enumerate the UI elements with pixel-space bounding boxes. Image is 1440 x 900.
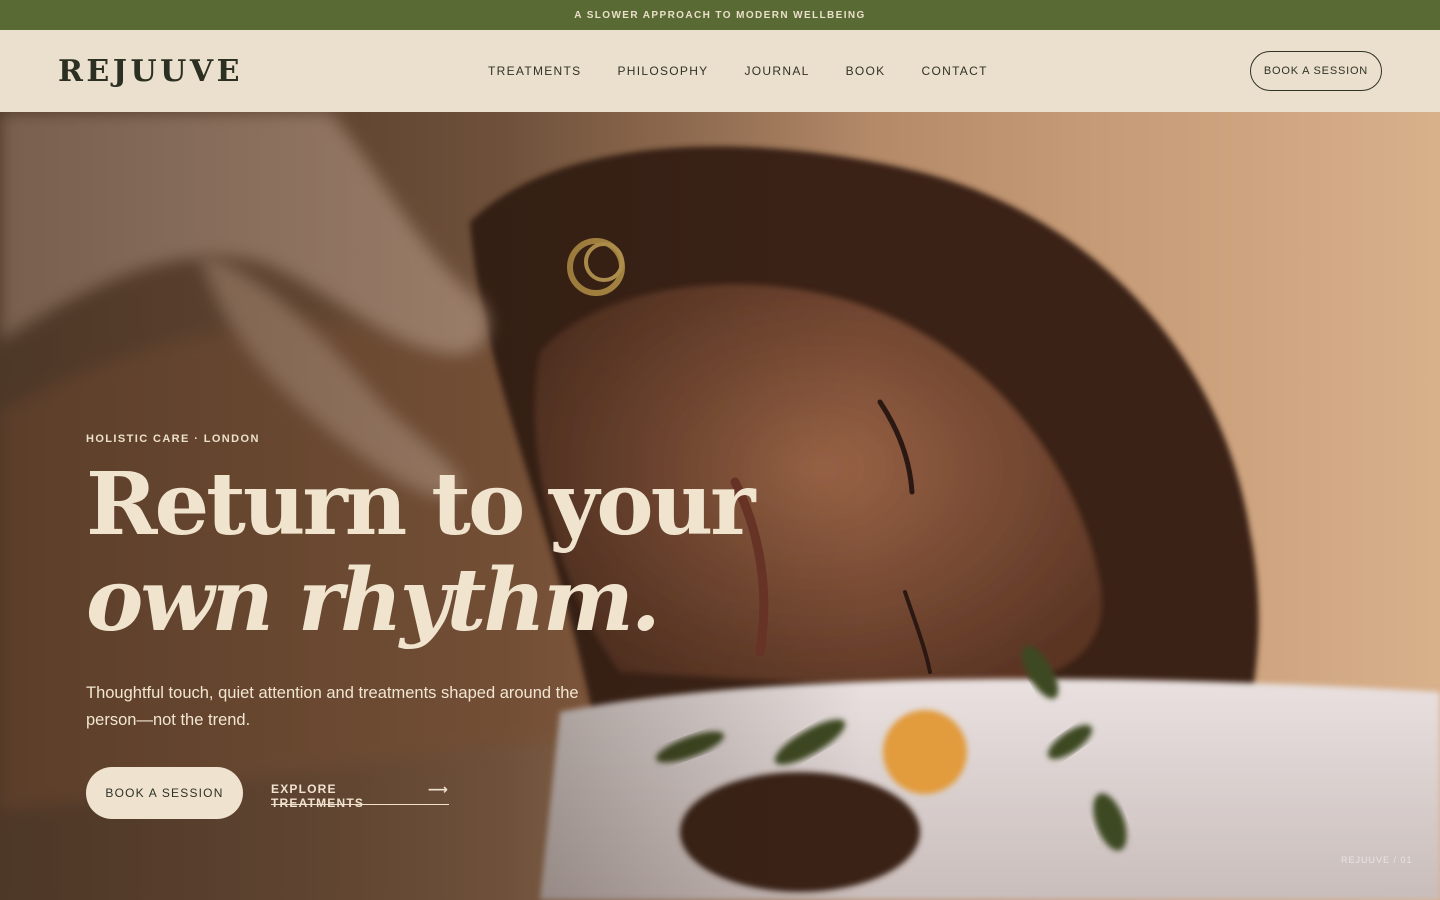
nav-item-treatments[interactable]: TREATMENTS: [488, 64, 581, 78]
nav-item-contact[interactable]: CONTACT: [922, 64, 988, 78]
explore-treatments-link[interactable]: EXPLORE TREATMENTS ⟶: [271, 781, 449, 810]
hero-section: HOLISTIC CARE · LONDON Return to your ow…: [0, 112, 1440, 900]
headline-line-1: Return to your: [86, 454, 755, 555]
hero-headline: Return to your own rhythm.: [86, 457, 806, 649]
slide-indicator: REJUUVE / 01: [1341, 855, 1413, 865]
explore-label: EXPLORE TREATMENTS: [271, 782, 365, 810]
hero-book-button[interactable]: BOOK A SESSION: [86, 767, 243, 819]
hero-subcopy: Thoughtful touch, quiet attention and tr…: [86, 684, 579, 729]
main-nav: TREATMENTS PHILOSOPHY JOURNAL BOOK CONTA…: [488, 64, 988, 78]
announcement-bar: A SLOWER APPROACH TO MODERN WELLBEING: [0, 0, 1440, 30]
hero-eyebrow: HOLISTIC CARE · LONDON: [86, 433, 260, 445]
headline-line-2: own rhythm.: [86, 550, 661, 651]
header-book-button[interactable]: BOOK A SESSION: [1250, 51, 1382, 91]
nav-item-book[interactable]: BOOK: [846, 64, 886, 78]
logo[interactable]: REJUUVE: [58, 54, 243, 89]
arrow-right-icon: ⟶: [427, 781, 449, 797]
nav-item-philosophy[interactable]: PHILOSOPHY: [617, 64, 708, 78]
nav-item-journal[interactable]: JOURNAL: [744, 64, 809, 78]
announcement-text: A SLOWER APPROACH TO MODERN WELLBEING: [574, 9, 866, 21]
site-header: REJUUVE TREATMENTS PHILOSOPHY JOURNAL BO…: [0, 30, 1440, 112]
